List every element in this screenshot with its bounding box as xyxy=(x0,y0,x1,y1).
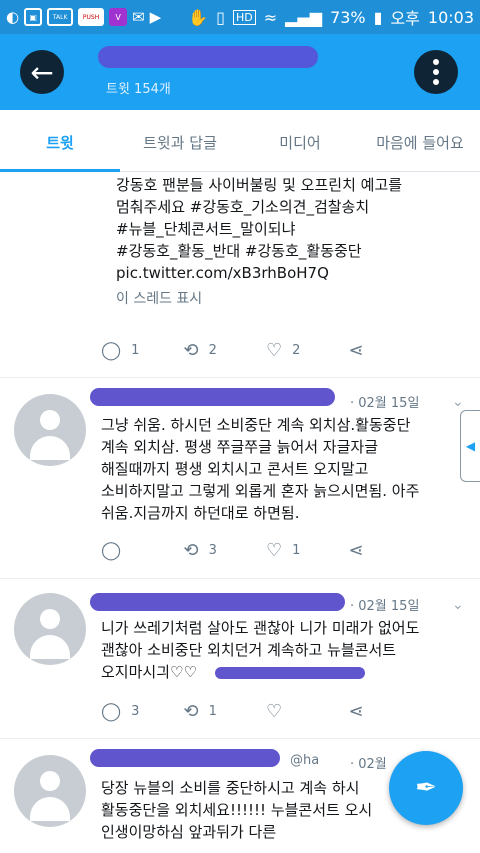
heart-icon: ♡ xyxy=(266,701,283,722)
tweet-actions: ◯ 1 ⟲ 2 ♡ 2 ⋖ xyxy=(101,340,431,361)
share-button[interactable]: ⋖ xyxy=(349,340,432,361)
clock-ampm: 오후 xyxy=(390,9,420,28)
tweet-link[interactable]: pic.twitter.com/xB3rhBoH7Q xyxy=(116,262,478,284)
share-icon: ⋖ xyxy=(348,540,364,561)
status-bar: ◐ ▣ TALK PUSH V ✉ ▶ ✋ ▯ HD ≈ ▂▄▆ 73% ▮ 오… xyxy=(0,0,480,34)
reply-icon: ◯ xyxy=(101,340,122,361)
retweet-button[interactable]: ⟲ 3 xyxy=(184,540,267,561)
play-store-icon: ▶ xyxy=(149,8,162,26)
reply-icon: ◯ xyxy=(101,701,122,722)
tab-tweets[interactable]: 트윗 xyxy=(0,110,120,172)
reply-button[interactable]: ◯ 1 xyxy=(101,340,184,361)
tab-likes[interactable]: 마음에 들어요 xyxy=(360,110,480,171)
tweet-actions: ◯ 3 ⟲ 1 ♡ ⋖ xyxy=(101,701,431,722)
notification-icons: ◐ ▣ TALK PUSH V ✉ ▶ xyxy=(6,8,161,26)
redacted-username xyxy=(90,749,280,767)
retweet-icon: ⟲ xyxy=(183,701,199,722)
avatar[interactable] xyxy=(14,755,86,827)
arrow-left-icon: ← xyxy=(30,55,54,89)
push-icon: PUSH xyxy=(78,8,105,26)
chevron-down-icon[interactable]: ⌄ xyxy=(452,597,464,613)
reply-button[interactable]: ◯ xyxy=(101,540,184,561)
share-icon: ⋖ xyxy=(348,701,364,722)
edge-panel-handle[interactable]: ◀ xyxy=(460,410,480,482)
reply-button[interactable]: ◯ 3 xyxy=(101,701,184,722)
redacted-username xyxy=(90,388,335,406)
wifi-icon: ≈ xyxy=(263,7,278,27)
more-options-button[interactable] xyxy=(414,50,458,94)
mail-icon: ✉ xyxy=(132,8,145,26)
compose-tweet-button[interactable]: ✒ xyxy=(389,751,463,825)
gallery-icon: ▣ xyxy=(24,8,43,26)
tab-media[interactable]: 미디어 xyxy=(240,110,360,171)
reply-icon: ◯ xyxy=(101,540,122,561)
avatar[interactable] xyxy=(14,394,86,466)
redacted-profile-name xyxy=(98,46,318,68)
share-button[interactable]: ⋖ xyxy=(349,540,432,561)
avatar[interactable] xyxy=(14,593,86,665)
tab-tweets-replies[interactable]: 트윗과 답글 xyxy=(120,110,240,171)
retweet-button[interactable]: ⟲ 1 xyxy=(184,701,267,722)
heart-icon: ♡ xyxy=(266,540,283,561)
share-button[interactable]: ⋖ xyxy=(349,701,432,722)
redacted-username xyxy=(90,593,345,611)
profile-tabs: 트윗 트윗과 답글 미디어 마음에 들어요 xyxy=(0,110,480,172)
retweet-icon: ⟲ xyxy=(183,540,199,561)
tweet-date: · 02월 15일 xyxy=(350,599,420,614)
signal-icon: ▂▄▆ xyxy=(285,7,323,27)
tweet-handle: @ha xyxy=(290,753,320,768)
kakaotalk-icon: TALK xyxy=(47,8,74,26)
chevron-down-icon[interactable]: ⌄ xyxy=(452,394,464,410)
status-right: ✋ ▯ HD ≈ ▂▄▆ 73% ▮ 오후 10:03 xyxy=(188,5,474,29)
tweet-item[interactable]: 강동호 팬분들 사이버불링 및 오프린치 예고를 멈춰주세요 #강동호_기소의견… xyxy=(0,172,480,377)
tweet-item[interactable]: · 02월 15일 ⌄ 니가 쓰레기처럼 살아도 괜찮아 니가 미래가 없어도 … xyxy=(0,579,480,738)
tweet-actions: ◯ ⟲ 3 ♡ 1 ⋖ xyxy=(101,540,431,561)
vibrate-icon: ▯ xyxy=(216,7,225,27)
compose-feather-icon: ✒ xyxy=(415,773,437,803)
back-button[interactable]: ← xyxy=(20,50,64,94)
tweet-date: · 02월 15일 xyxy=(350,396,420,411)
retweet-button[interactable]: ⟲ 2 xyxy=(184,340,267,361)
retweet-icon: ⟲ xyxy=(183,340,199,361)
v-app-icon: V xyxy=(109,8,128,26)
carrier-icon: ◐ xyxy=(6,8,20,26)
share-icon: ⋖ xyxy=(348,340,364,361)
like-button[interactable]: ♡ 1 xyxy=(266,540,349,561)
clock-time: 10:03 xyxy=(427,7,474,27)
battery-percent: 73% xyxy=(330,7,366,27)
tweet-item[interactable]: · 02월 15일 ⌄ 그냥 쉬움. 하시던 소비중단 계속 외치삼.활동중단 … xyxy=(0,378,480,578)
hand-icon: ✋ xyxy=(188,7,209,27)
hd-icon: HD xyxy=(232,9,256,25)
app-bar: ← 트윗 154개 xyxy=(0,34,480,110)
like-button[interactable]: ♡ 2 xyxy=(266,340,349,361)
redacted-text xyxy=(215,667,365,679)
heart-icon: ♡ xyxy=(266,340,283,361)
battery-icon: ▮ xyxy=(373,7,383,27)
show-thread-link[interactable]: 이 스레드 표시 xyxy=(116,288,202,308)
chevron-left-icon: ◀ xyxy=(465,439,476,453)
tweet-text: 강동호 팬분들 사이버불링 및 오프린치 예고를 멈춰주세요 #강동호_기소의견… xyxy=(116,174,478,284)
tweet-count: 트윗 154개 xyxy=(106,82,171,97)
tweet-date: · 02월 xyxy=(350,757,387,772)
like-button[interactable]: ♡ xyxy=(266,701,349,722)
tweet-text: 그냥 쉬움. 하시던 소비중단 계속 외치삼.활동중단 계속 외치삼. 평생 쭈… xyxy=(101,416,420,522)
